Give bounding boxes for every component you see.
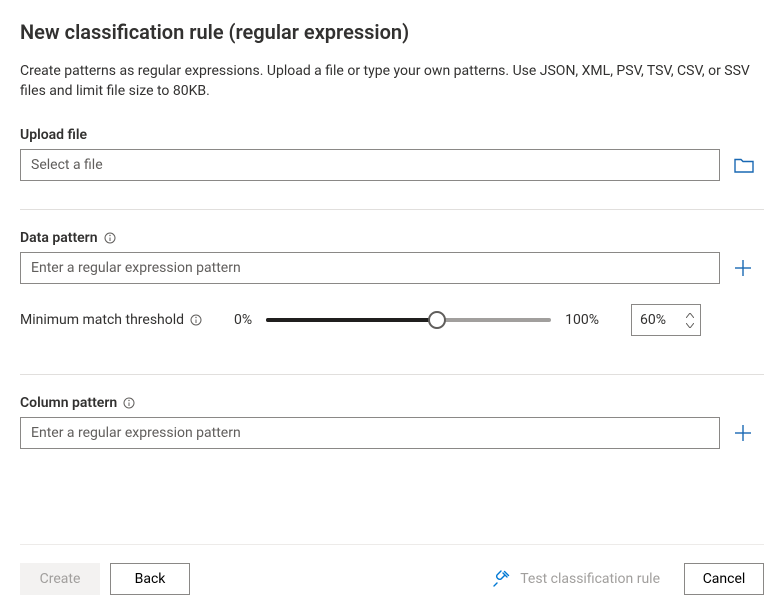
threshold-value: 60% xyxy=(640,312,666,328)
upload-file-placeholder: Select a file xyxy=(31,157,103,173)
footer-bar: Create Back Test classification rule Can… xyxy=(20,544,764,613)
plus-icon[interactable] xyxy=(734,424,752,442)
plug-icon xyxy=(492,570,510,588)
threshold-max-label: 100% xyxy=(565,312,599,328)
test-rule-label: Test classification rule xyxy=(520,571,660,587)
threshold-spinbox[interactable]: 60% xyxy=(631,304,701,336)
page-description: Create patterns as regular expressions. … xyxy=(20,62,750,101)
upload-file-label: Upload file xyxy=(20,127,764,143)
page-title: New classification rule (regular express… xyxy=(20,20,764,44)
divider xyxy=(20,209,764,210)
test-rule-link[interactable]: Test classification rule xyxy=(492,570,660,588)
info-icon[interactable] xyxy=(190,314,202,326)
chevron-down-icon[interactable] xyxy=(684,320,696,330)
info-icon[interactable] xyxy=(123,397,135,409)
data-pattern-input[interactable] xyxy=(20,252,720,284)
column-pattern-label: Column pattern xyxy=(20,395,764,411)
data-pattern-label: Data pattern xyxy=(20,230,764,246)
create-button[interactable]: Create xyxy=(20,563,100,595)
threshold-slider[interactable] xyxy=(266,310,551,330)
slider-thumb[interactable] xyxy=(428,311,446,329)
folder-icon[interactable] xyxy=(734,156,754,174)
info-icon[interactable] xyxy=(104,232,116,244)
threshold-min-label: 0% xyxy=(234,312,252,328)
threshold-label: Minimum match threshold xyxy=(20,312,202,328)
upload-file-field[interactable]: Select a file xyxy=(20,149,720,181)
chevron-up-icon[interactable] xyxy=(684,310,696,320)
column-pattern-input[interactable] xyxy=(20,417,720,449)
plus-icon[interactable] xyxy=(734,259,752,277)
back-button[interactable]: Back xyxy=(110,563,190,595)
divider xyxy=(20,374,764,375)
cancel-button[interactable]: Cancel xyxy=(684,563,764,595)
